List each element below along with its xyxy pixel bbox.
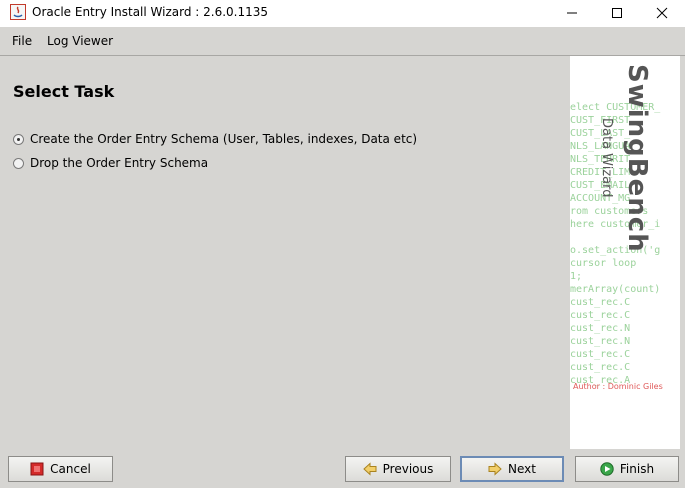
brand-logo: SwingBench Data Wizard — [599, 64, 658, 324]
stop-icon — [30, 462, 44, 476]
code-line: cust_rec.N — [570, 336, 631, 347]
code-line: cust_rec.N — [570, 323, 631, 334]
cancel-label: Cancel — [50, 462, 91, 476]
arrow-left-icon — [362, 462, 377, 476]
cancel-button[interactable]: Cancel — [8, 456, 113, 482]
page-title: Select Task — [13, 82, 115, 101]
next-label: Next — [508, 462, 536, 476]
arrow-right-icon — [488, 462, 502, 476]
code-line: 1; — [570, 271, 583, 282]
panel-edge — [680, 56, 685, 449]
author-credit: Author : Dominic Giles — [573, 382, 663, 391]
brand-title: SwingBench — [622, 64, 652, 253]
window-title: Oracle Entry Install Wizard : 2.6.0.1135 — [32, 5, 269, 19]
radio-button-selected[interactable] — [13, 133, 24, 145]
brand-subtitle: Data Wizard — [599, 118, 614, 198]
option-label: Create the Order Entry Schema (User, Tab… — [30, 132, 418, 146]
main-panel: Select Task Create the Order Entry Schem… — [0, 56, 570, 449]
previous-label: Previous — [382, 462, 434, 476]
title-bar: Oracle Entry Install Wizard : 2.6.0.1135 — [0, 0, 685, 26]
maximize-icon — [612, 8, 622, 18]
radio-button[interactable] — [13, 157, 24, 169]
next-button[interactable]: Next — [460, 456, 564, 482]
previous-button[interactable]: Previous — [345, 456, 451, 482]
option-create-schema[interactable]: Create the Order Entry Schema (User, Tab… — [13, 132, 417, 146]
close-icon — [656, 7, 668, 19]
play-icon — [600, 462, 614, 476]
menu-log-viewer[interactable]: Log Viewer — [47, 34, 113, 48]
code-line: cust_rec.C — [570, 362, 631, 373]
java-app-icon — [10, 4, 26, 20]
menu-bar: File Log Viewer — [0, 27, 685, 56]
minimize-icon — [567, 12, 577, 14]
maximize-button[interactable] — [594, 0, 640, 26]
option-drop-schema[interactable]: Drop the Order Entry Schema — [13, 156, 208, 170]
finish-label: Finish — [619, 462, 655, 476]
finish-button[interactable]: Finish — [575, 456, 679, 482]
close-button[interactable] — [639, 0, 685, 26]
option-label: Drop the Order Entry Schema — [30, 156, 209, 170]
menu-file[interactable]: File — [12, 34, 32, 48]
button-bar: Cancel Previous Next Finish — [0, 449, 685, 488]
minimize-button[interactable] — [549, 0, 595, 26]
code-line: cust_rec.C — [570, 349, 631, 360]
